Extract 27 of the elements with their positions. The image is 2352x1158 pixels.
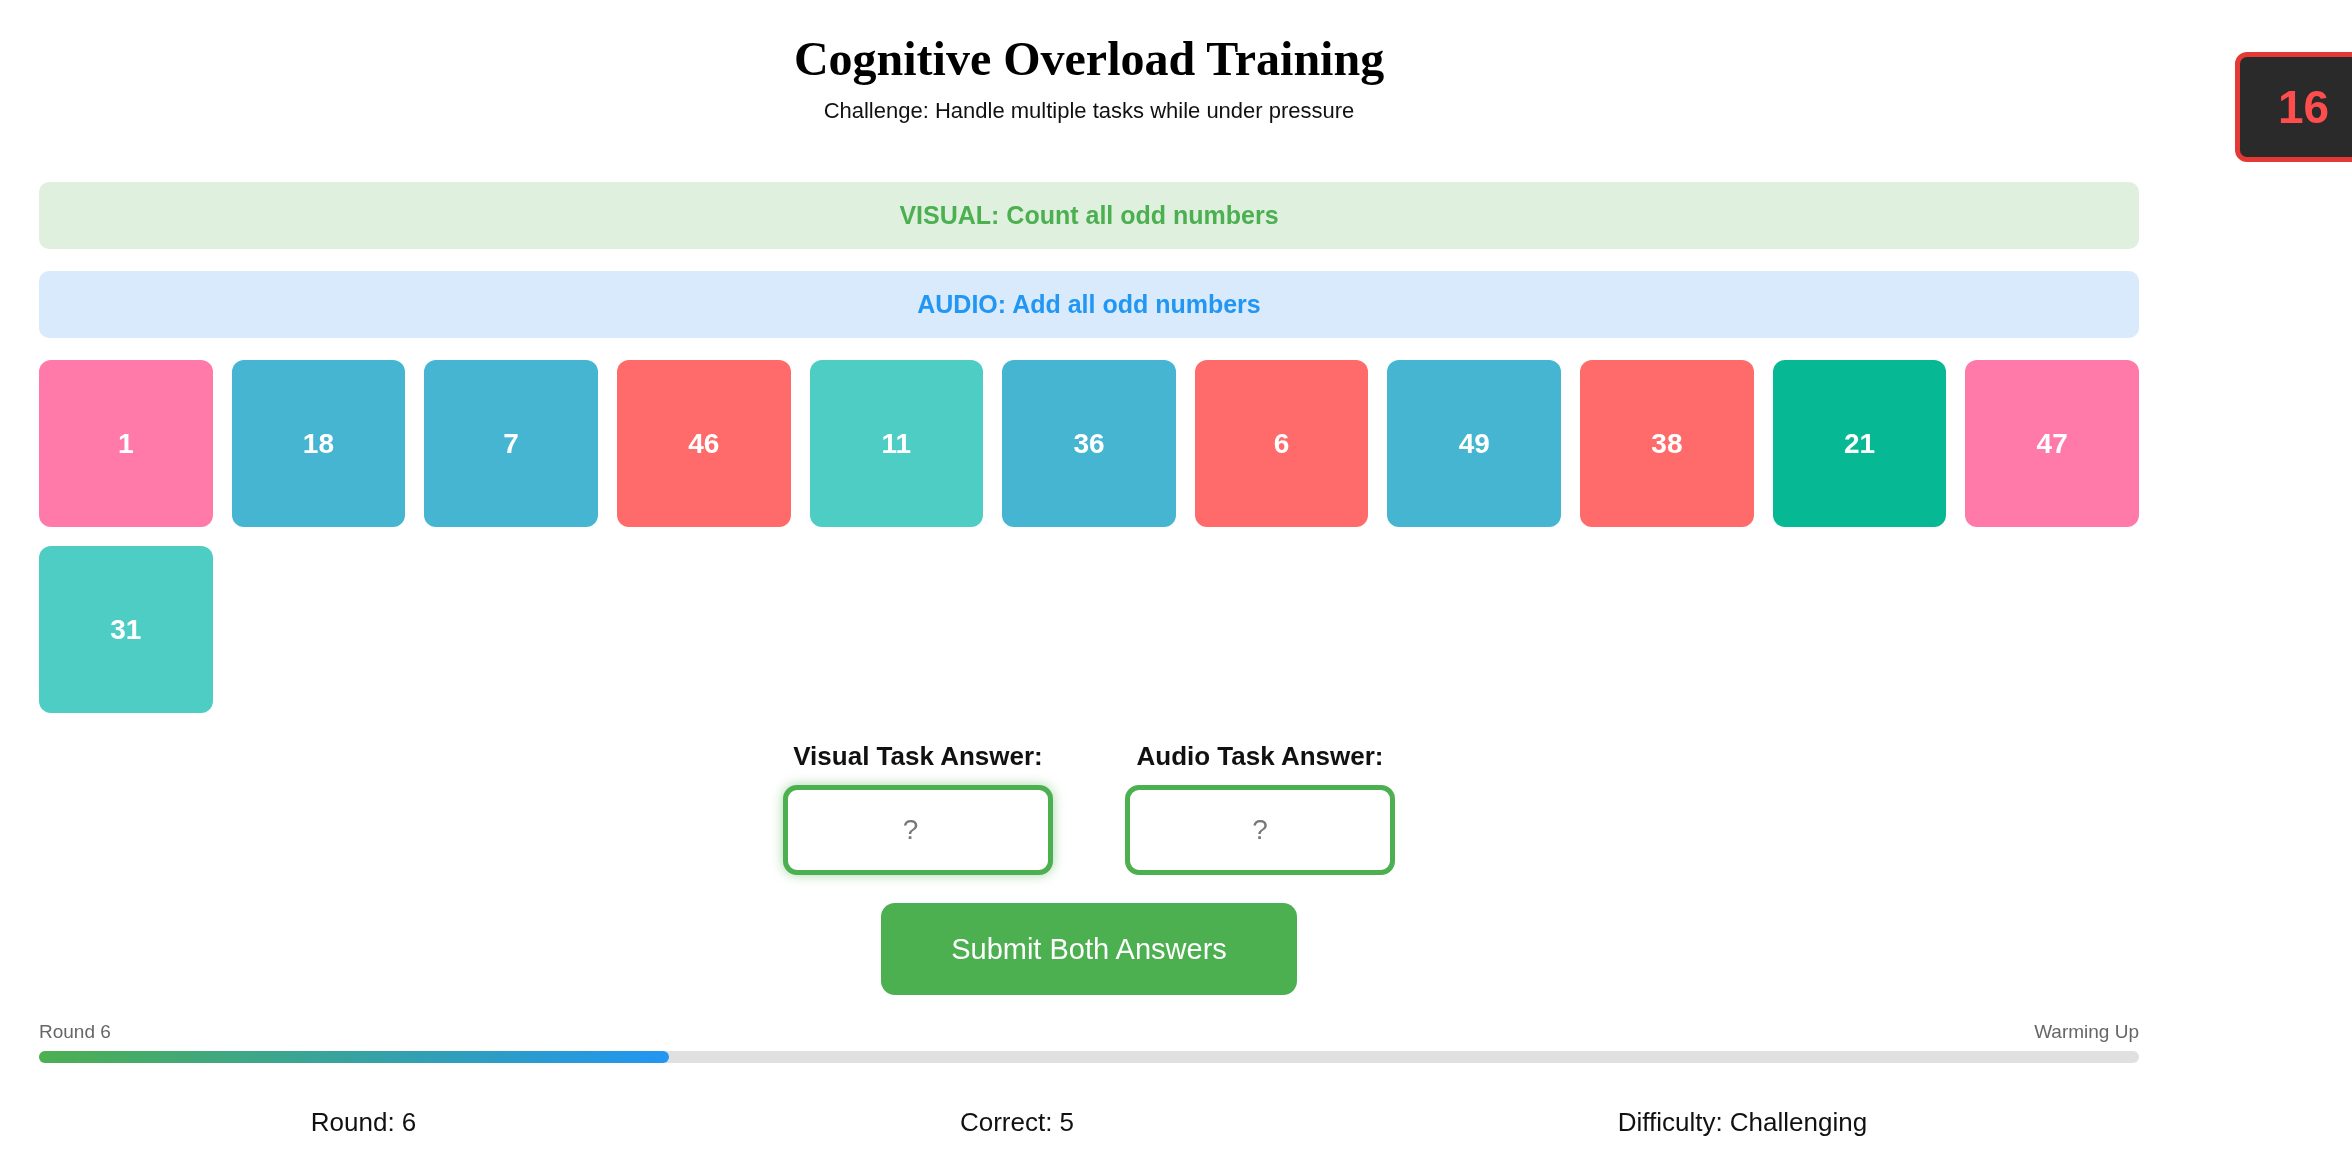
answer-field[interactable]: ? (783, 785, 1053, 875)
submit-button[interactable]: Submit Both Answers (881, 903, 1297, 995)
stat-text: Difficulty: Challenging (1617, 1107, 1868, 1138)
number-tile: 11 (809, 360, 984, 527)
number-tile: 6 (1194, 360, 1369, 527)
progress-label: Round 6 (39, 1021, 111, 1043)
number-tile: 47 (1965, 360, 2139, 527)
number-tile: 31 (39, 546, 213, 713)
number-tile: 21 (1772, 360, 1947, 527)
number-tile: 46 (616, 360, 791, 527)
number-tile: 49 (1387, 360, 1562, 527)
number-tile: 18 (231, 360, 406, 527)
answer-field[interactable]: ? (1125, 785, 1395, 875)
number-tile: 38 (1580, 360, 1754, 527)
page-title: Cognitive Overload Training (793, 31, 1385, 87)
field-label: Audio Task Answer: (1136, 741, 1384, 771)
number-tile: 36 (1002, 360, 1176, 527)
stat-text: Correct: 5 (959, 1107, 1075, 1138)
subtitle: Challenge: Handle multiple tasks while under pressure (823, 98, 1355, 124)
progress-status: Warming Up (2034, 1021, 2139, 1043)
task-banner: VISUAL: Count all odd numbers (39, 182, 2139, 249)
countdown-timer: 16 (2235, 52, 2352, 162)
stat-text: Round: 6 (310, 1107, 417, 1138)
field-label: Visual Task Answer: (793, 741, 1043, 771)
number-tile: 7 (424, 360, 598, 527)
number-tile: 1 (39, 360, 213, 527)
task-banner: AUDIO: Add all odd numbers (39, 271, 2139, 338)
